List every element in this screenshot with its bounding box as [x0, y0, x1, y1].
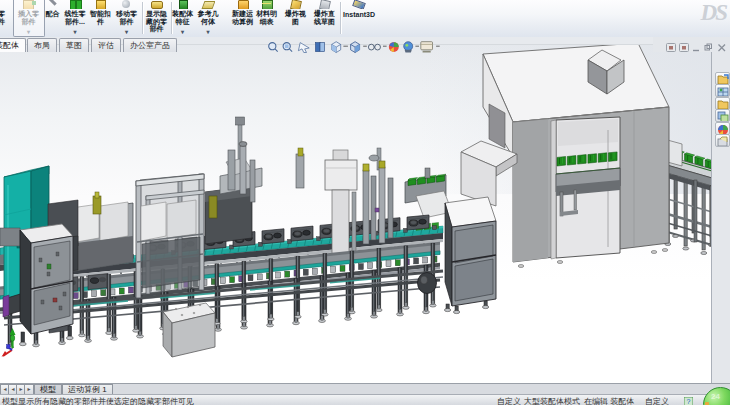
svg-text:?: ?	[687, 398, 691, 405]
